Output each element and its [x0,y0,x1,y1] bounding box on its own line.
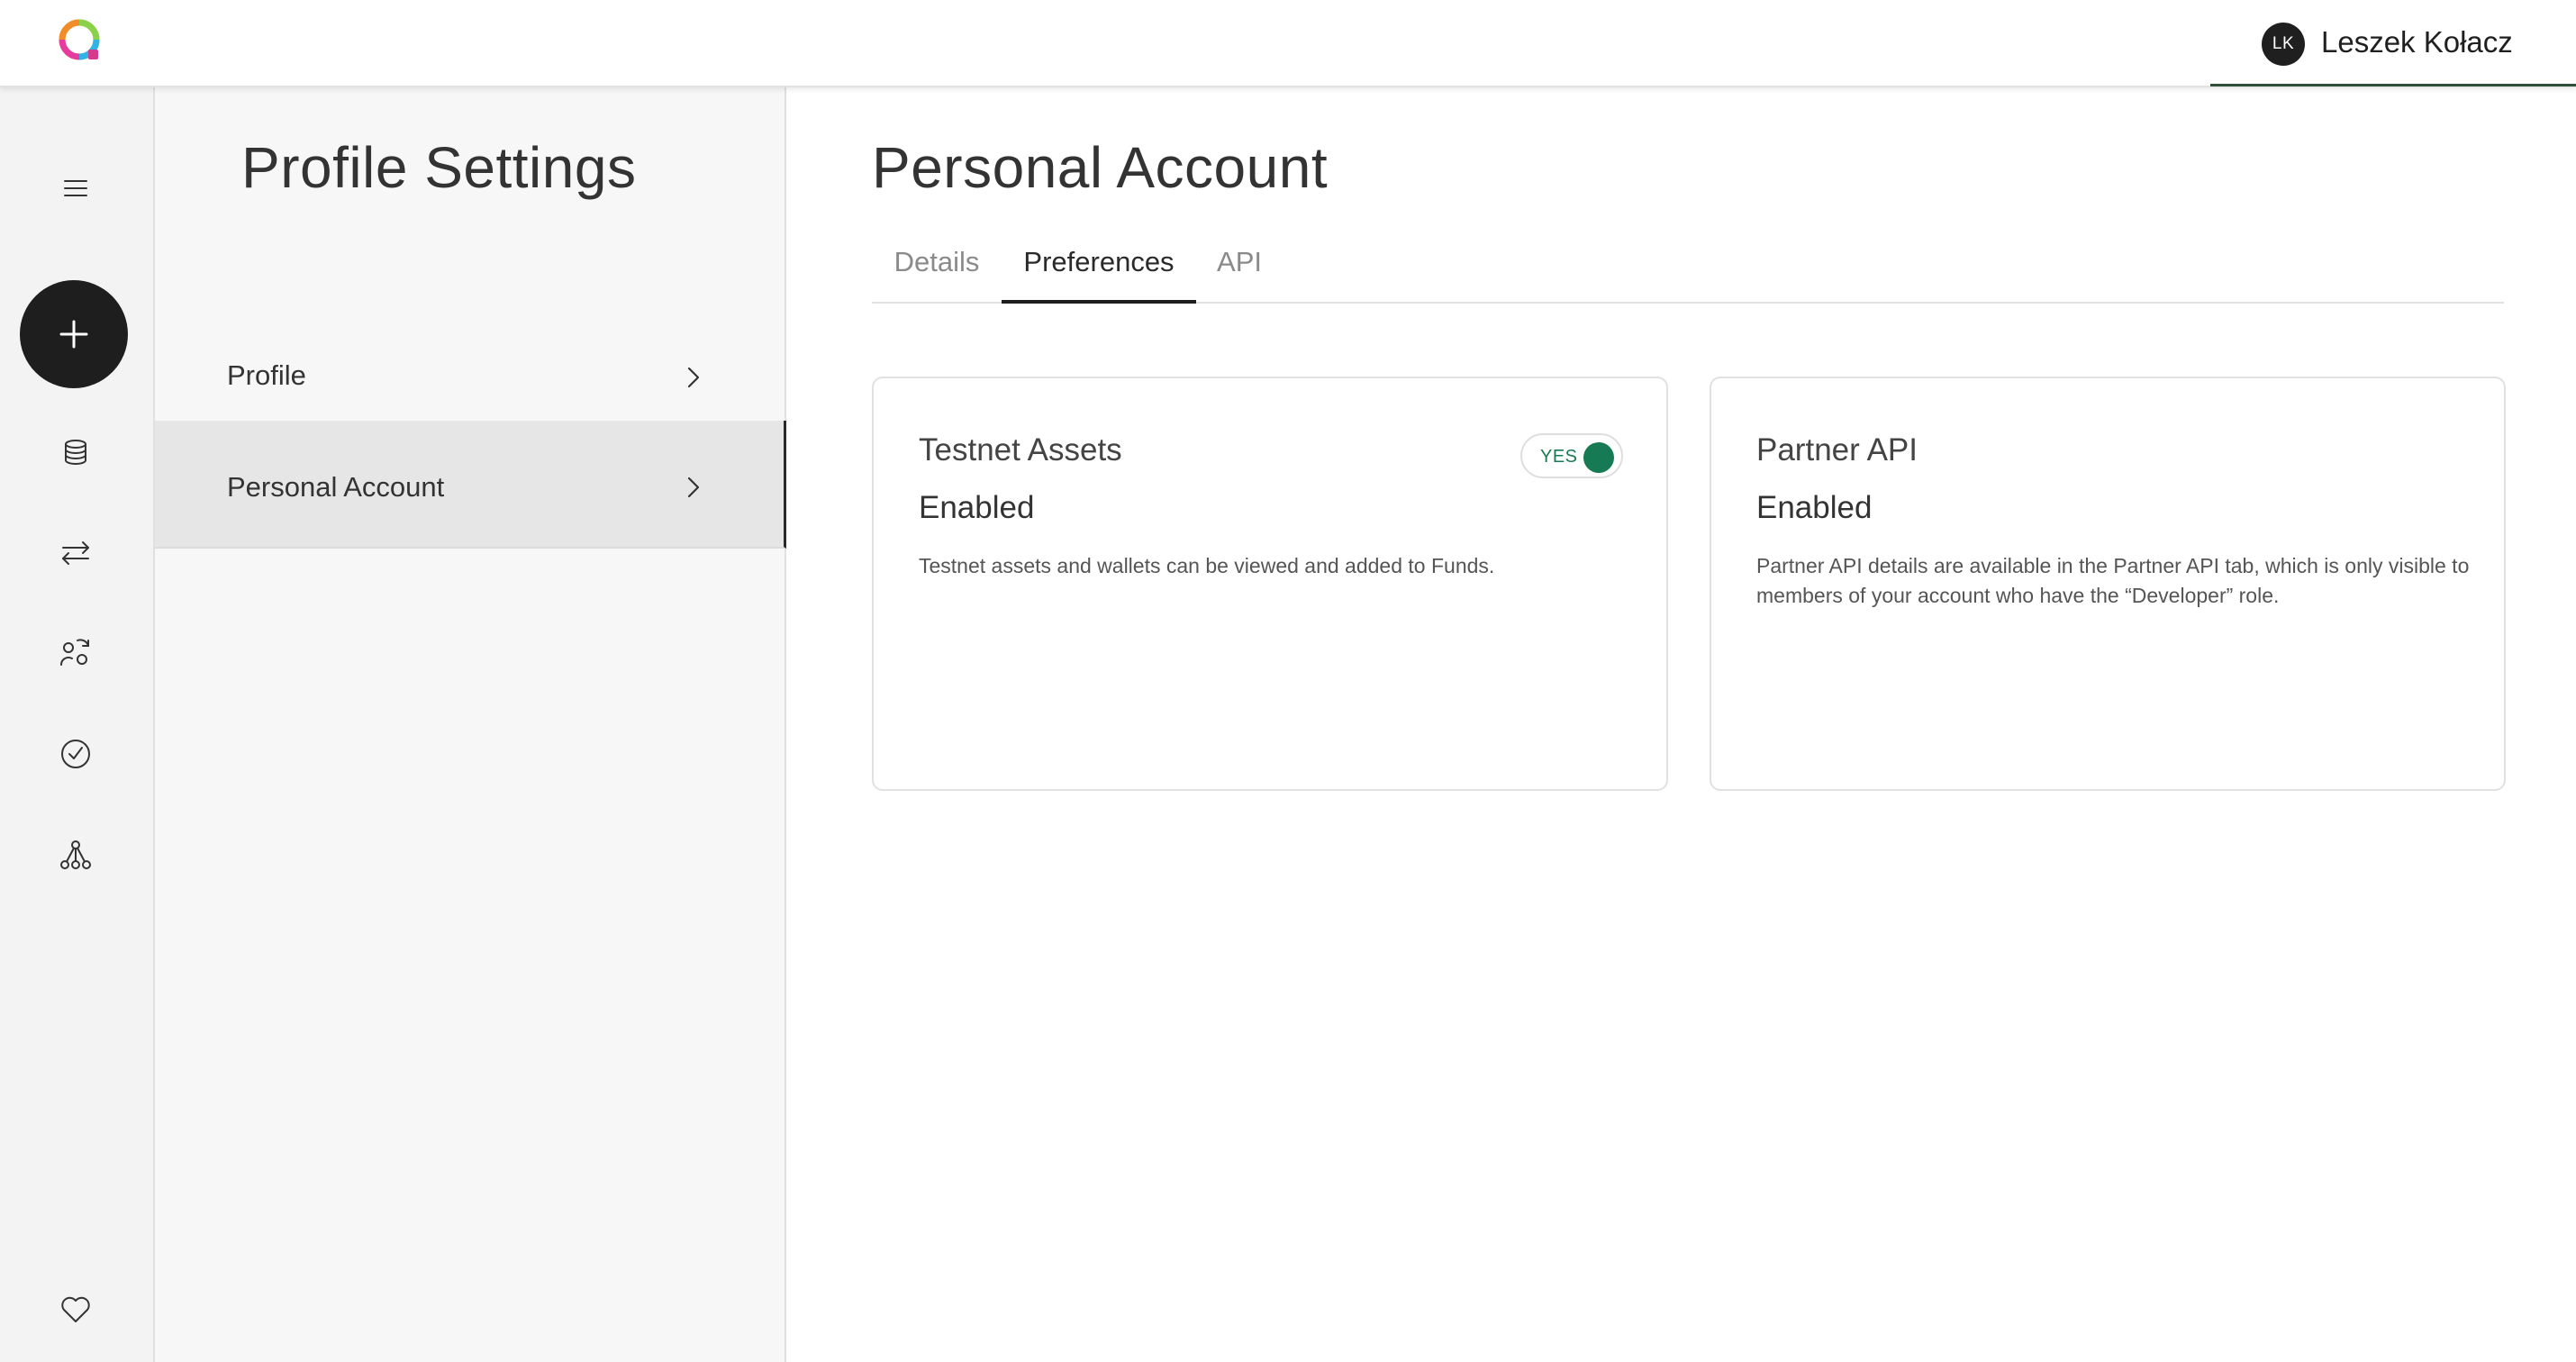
card-status: Enabled [919,490,1035,525]
card-description: Testnet assets and wallets can be viewed… [919,554,1495,577]
transfer-arrows-icon[interactable] [58,535,94,571]
swap-people-icon[interactable] [58,635,94,671]
settings-title: Profile Settings [241,135,637,200]
testnet-assets-card: Testnet Assets YES Enabled Testnet asset… [872,377,1668,791]
tab-api[interactable]: API [1196,239,1283,304]
plus-icon [59,320,88,349]
database-icon[interactable] [58,434,94,470]
toggle-label: YES [1540,447,1578,467]
card-title: Testnet Assets [919,432,1122,468]
partner-api-card: Partner API Enabled Partner API details … [1710,377,2506,791]
sidebar-item-personal-account[interactable]: Personal Account [155,421,786,549]
user-name: Leszek Kołacz [2321,25,2513,59]
page-title: Personal Account [872,135,1329,200]
add-button[interactable] [20,280,128,388]
settings-sidebar: Profile Settings Profile Personal Accoun… [155,87,786,1362]
network-nodes-icon[interactable] [58,837,94,873]
heart-icon[interactable] [58,1291,94,1327]
tab-bar: Details Preferences API [872,239,2504,304]
card-title: Partner API [1756,432,1918,468]
user-menu[interactable]: LK Leszek Kołacz [2210,0,2576,86]
card-status: Enabled [1756,490,1873,525]
chevron-right-icon [687,367,700,388]
sidebar-item-label: Profile [227,359,306,391]
top-bar: LK Leszek Kołacz [0,0,2576,87]
sidebar-item-label: Personal Account [227,471,445,503]
tab-details[interactable]: Details [872,239,1002,304]
icon-rail [0,87,155,1362]
main-content: Personal Account Details Preferences API… [786,87,2576,1362]
check-circle-icon[interactable] [58,736,94,772]
tab-preferences[interactable]: Preferences [1002,239,1196,304]
testnet-assets-toggle[interactable]: YES [1520,433,1623,478]
app-logo-icon[interactable] [56,16,104,65]
chevron-right-icon [687,477,700,498]
card-description: Partner API details are available in the… [1756,554,2470,607]
toggle-knob [1583,442,1614,473]
avatar: LK [2262,23,2305,66]
menu-icon[interactable] [58,170,94,206]
